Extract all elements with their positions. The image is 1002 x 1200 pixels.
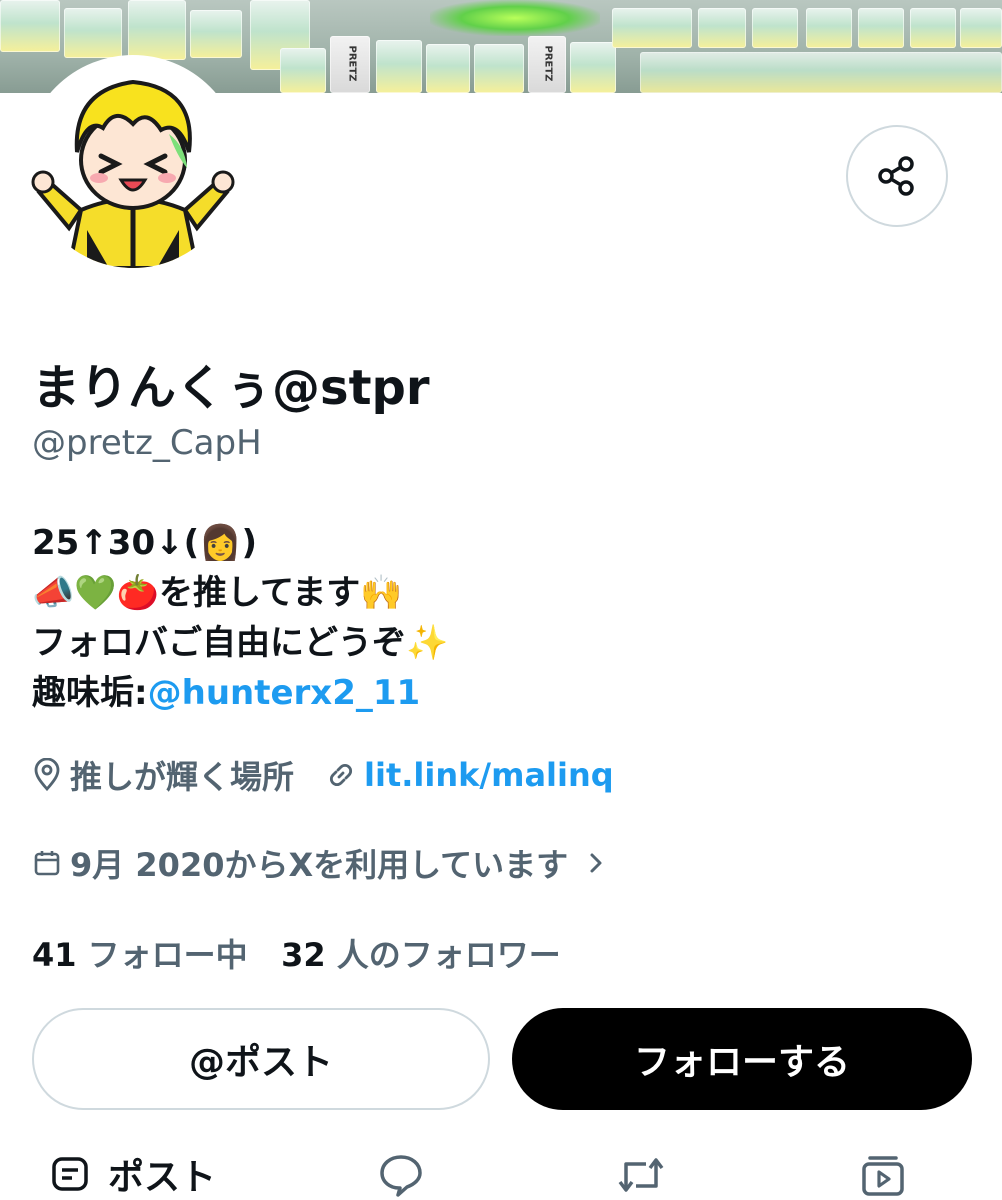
banner-item xyxy=(910,8,956,48)
bio-mention-link[interactable]: @hunterx2_11 xyxy=(148,673,421,713)
bio-line: 25↑30↓(👩) xyxy=(32,523,258,563)
banner-item: PRETZ xyxy=(330,36,370,93)
profile-joined-date: 9月 2020からXを利用しています xyxy=(70,846,569,884)
banner-item xyxy=(64,8,122,58)
tab-reposts[interactable] xyxy=(616,1152,666,1198)
profile-location: 推しが輝く場所 xyxy=(70,758,295,796)
banner-item xyxy=(752,8,798,48)
banner-item xyxy=(376,40,422,93)
share-button[interactable] xyxy=(846,125,948,227)
display-name: まりんくぅ@stpr xyxy=(32,360,430,416)
banner-item xyxy=(426,44,470,93)
profile-bio: 25↑30↓(👩) 📣💚🍅を推してます🙌 フォロバご自由にどうぞ✨ 趣味垢:@h… xyxy=(32,518,448,718)
profile-website-link[interactable]: lit.link/malinq xyxy=(364,756,614,794)
follow-stats: 41 フォロー中 32 人のフォロワー xyxy=(32,930,561,976)
location-pin-icon xyxy=(32,758,62,792)
bio-line: フォロバご自由にどうぞ✨ xyxy=(32,623,449,663)
bio-line: 📣💚🍅を推してます🙌 xyxy=(32,573,403,613)
profile-tab-bar: ポスト xyxy=(0,1140,1002,1199)
share-icon xyxy=(878,156,914,196)
banner-item xyxy=(698,8,746,48)
followers-label: 人のフォロワー xyxy=(336,936,561,974)
banner-item xyxy=(280,48,326,93)
post-tab-icon xyxy=(52,1157,88,1191)
bio-line: 趣味垢:@hunterx2_11 xyxy=(32,668,448,718)
following-stat[interactable]: 41 フォロー中 xyxy=(32,936,248,974)
banner-item xyxy=(570,42,616,93)
banner-glow xyxy=(430,0,600,36)
profile-meta-row: 推しが輝く場所 lit.link/malinq xyxy=(32,752,614,798)
link-icon xyxy=(326,760,356,790)
banner-item xyxy=(190,10,242,58)
mention-post-button[interactable]: @ポスト xyxy=(32,1008,490,1110)
banner-item xyxy=(474,44,524,93)
banner-item xyxy=(640,52,1002,93)
banner-pretz-label: PRETZ xyxy=(542,45,554,82)
bio-prefix: 趣味垢: xyxy=(32,673,148,713)
tab-replies[interactable] xyxy=(378,1152,424,1198)
tab-media[interactable] xyxy=(860,1152,906,1198)
tab-posts[interactable]: ポスト xyxy=(50,1148,216,1200)
calendar-icon xyxy=(32,848,62,878)
repost-icon xyxy=(618,1158,664,1192)
user-handle: @pretz_CapH xyxy=(32,423,262,463)
following-label: フォロー中 xyxy=(87,936,248,974)
banner-item: PRETZ xyxy=(528,36,566,93)
banner-pretz-label: PRETZ xyxy=(346,45,358,82)
reply-icon xyxy=(380,1155,422,1197)
banner-item xyxy=(806,8,852,48)
banner-item xyxy=(0,0,60,52)
banner-item xyxy=(612,8,692,48)
tab-posts-label: ポスト xyxy=(108,1157,217,1198)
banner-item xyxy=(858,8,904,48)
media-icon xyxy=(862,1156,904,1196)
following-count: 41 xyxy=(32,936,77,974)
avatar-illustration xyxy=(29,60,237,268)
followers-stat[interactable]: 32 人のフォロワー xyxy=(281,936,561,974)
banner-item xyxy=(128,0,186,60)
banner-item xyxy=(960,8,1002,48)
chevron-right-icon xyxy=(586,850,606,876)
followers-count: 32 xyxy=(281,936,326,974)
avatar[interactable] xyxy=(24,55,242,273)
follow-button[interactable]: フォローする xyxy=(512,1008,972,1110)
profile-joined-row[interactable]: 9月 2020からXを利用しています xyxy=(32,840,614,886)
